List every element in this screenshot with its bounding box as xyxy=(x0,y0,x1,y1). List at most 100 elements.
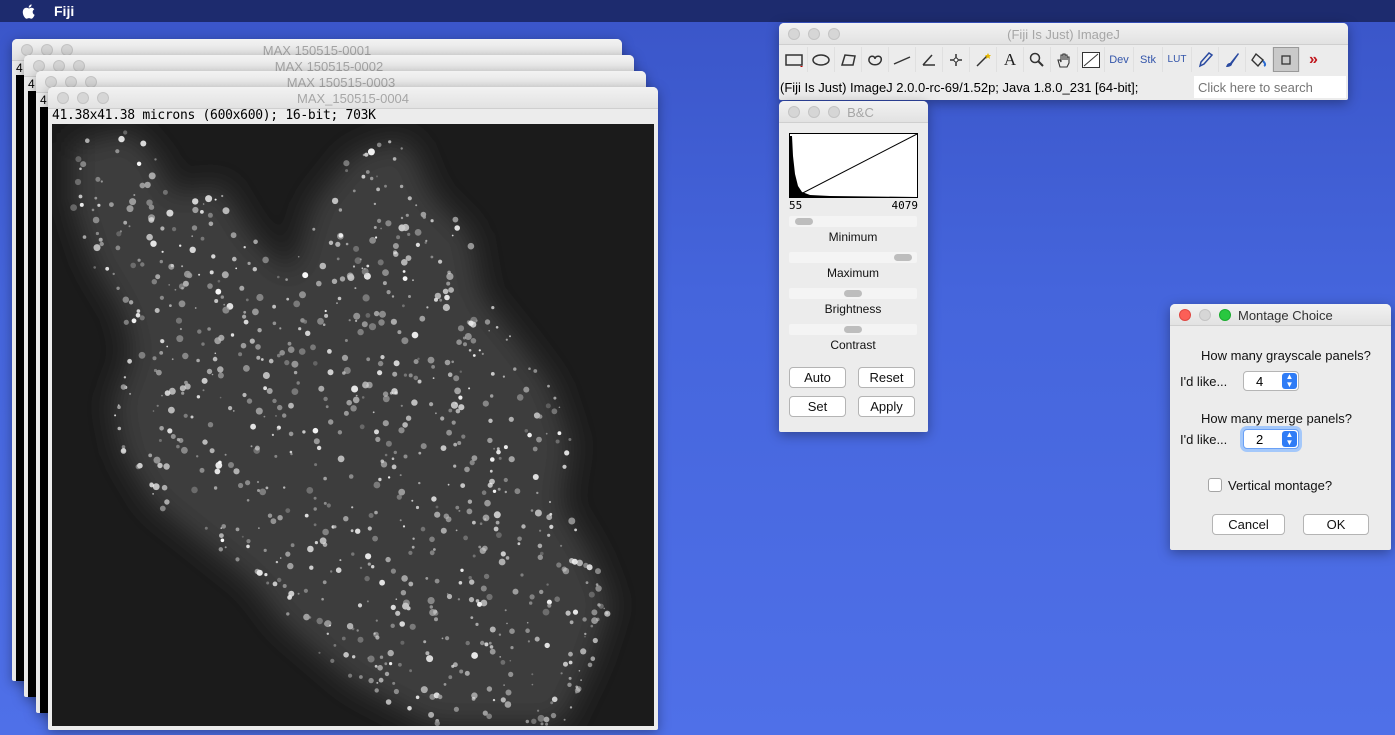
magnifier-tool-icon[interactable] xyxy=(1024,47,1051,72)
punctum xyxy=(263,386,267,391)
punctum xyxy=(290,543,295,548)
slider-thumb[interactable] xyxy=(844,326,862,333)
punctum xyxy=(439,298,443,302)
slider-thumb[interactable] xyxy=(794,218,813,225)
lut-menu-icon[interactable]: LUT xyxy=(1163,47,1192,72)
wand-tool-icon[interactable] xyxy=(970,47,997,72)
freehand-tool-icon[interactable] xyxy=(862,47,889,72)
punctum xyxy=(392,157,397,161)
punctum xyxy=(567,682,572,687)
oval-tool-icon[interactable] xyxy=(808,47,835,72)
punctum xyxy=(498,456,502,460)
punctum xyxy=(411,331,419,339)
punctum xyxy=(322,323,326,326)
punctum xyxy=(181,265,184,268)
image-window-0004[interactable]: MAX_150515-0004 41.38x41.38 microns (600… xyxy=(48,87,658,730)
apple-icon[interactable] xyxy=(20,3,36,19)
punctum xyxy=(333,644,337,647)
punctum xyxy=(368,323,377,331)
punctum xyxy=(377,665,383,671)
punctum xyxy=(279,350,285,356)
punctum xyxy=(545,722,549,726)
hand-tool-icon[interactable] xyxy=(1051,47,1078,72)
punctum xyxy=(361,267,364,269)
punctum xyxy=(158,439,162,442)
set-button[interactable]: Set xyxy=(789,396,846,417)
punctum xyxy=(481,490,487,496)
rectangle-tool-icon[interactable] xyxy=(781,47,808,72)
window-title: (Fiji Is Just) ImageJ xyxy=(1007,27,1120,42)
search-input[interactable] xyxy=(1194,76,1346,98)
pencil-tool-icon[interactable] xyxy=(1192,47,1219,72)
text-tool-icon[interactable]: A xyxy=(997,47,1024,72)
punctum xyxy=(458,509,461,512)
dev-menu-icon[interactable]: Dev xyxy=(1105,47,1134,72)
punctum xyxy=(500,697,506,703)
minimize-button[interactable] xyxy=(1199,309,1211,321)
close-button[interactable] xyxy=(1179,309,1191,321)
contrast-slider[interactable] xyxy=(789,324,917,335)
microscopy-image[interactable] xyxy=(52,124,654,726)
brightness-slider[interactable] xyxy=(789,288,917,299)
title-bar[interactable]: (Fiji Is Just) ImageJ xyxy=(779,23,1348,45)
punctum xyxy=(123,130,128,135)
punctum xyxy=(174,288,177,291)
punctum xyxy=(499,656,502,658)
maximum-slider[interactable] xyxy=(789,252,917,263)
montage-choice-dialog[interactable]: Montage Choice How many grayscale panels… xyxy=(1170,304,1391,550)
title-bar[interactable]: Montage Choice xyxy=(1170,304,1391,326)
punctum xyxy=(246,499,250,502)
flood-fill-tool-icon[interactable] xyxy=(1246,47,1273,72)
merge-panels-select[interactable]: 2 ▲ ▼ xyxy=(1243,429,1299,449)
stacks-menu-icon[interactable]: Stk xyxy=(1134,47,1163,72)
image-info: 41.38x41.38 microns (600x600); 16-bit; 7… xyxy=(52,108,376,123)
vertical-montage-checkbox[interactable] xyxy=(1208,478,1222,492)
line-tool-icon[interactable] xyxy=(889,47,916,72)
punctum xyxy=(457,598,461,601)
punctum xyxy=(400,590,407,596)
zoom-button[interactable] xyxy=(1219,309,1231,321)
punctum xyxy=(209,448,215,454)
punctum xyxy=(560,672,563,675)
slider-thumb[interactable] xyxy=(844,290,862,297)
more-tools-icon[interactable]: » xyxy=(1300,47,1327,72)
color-picker-tool-icon[interactable] xyxy=(1078,47,1105,72)
punctum xyxy=(437,694,443,700)
brush-tool-icon[interactable] xyxy=(1219,47,1246,72)
punctum xyxy=(444,294,450,301)
minimum-slider[interactable] xyxy=(789,216,917,227)
punctum xyxy=(277,275,280,279)
punctum xyxy=(168,284,171,286)
punctum xyxy=(392,371,398,377)
punctum xyxy=(201,342,205,346)
punctum xyxy=(154,158,157,161)
punctum xyxy=(361,174,366,179)
polygon-tool-icon[interactable] xyxy=(835,47,862,72)
punctum xyxy=(169,304,172,307)
cancel-button[interactable]: Cancel xyxy=(1212,514,1285,535)
title-bar[interactable]: MAX_150515-0004 xyxy=(48,87,658,109)
punctum xyxy=(314,541,318,545)
apply-button[interactable]: Apply xyxy=(858,396,915,417)
app-menu-fiji[interactable]: Fiji xyxy=(54,3,74,19)
point-tool-icon[interactable] xyxy=(943,47,970,72)
punctum xyxy=(191,225,198,231)
auto-button[interactable]: Auto xyxy=(789,367,846,388)
punctum xyxy=(482,514,490,522)
selected-tool-icon[interactable] xyxy=(1273,47,1300,72)
brightness-contrast-window[interactable]: B&C 55 4079 Minimum Maximum Brightness C… xyxy=(779,101,928,432)
punctum xyxy=(307,545,314,553)
punctum xyxy=(486,686,493,692)
ok-button[interactable]: OK xyxy=(1303,514,1369,535)
punctum xyxy=(148,453,153,458)
grayscale-panels-select[interactable]: 4 ▲ ▼ xyxy=(1243,371,1299,391)
reset-button[interactable]: Reset xyxy=(858,367,915,388)
punctum xyxy=(382,420,389,427)
title-bar[interactable]: B&C xyxy=(779,101,928,123)
angle-tool-icon[interactable] xyxy=(916,47,943,72)
punctum xyxy=(286,612,290,616)
imagej-main-window[interactable]: (Fiji Is Just) ImageJ A Dev Stk LUT » (F… xyxy=(779,23,1348,100)
punctum xyxy=(250,423,256,430)
slider-thumb[interactable] xyxy=(893,254,912,261)
punctum xyxy=(178,300,186,308)
